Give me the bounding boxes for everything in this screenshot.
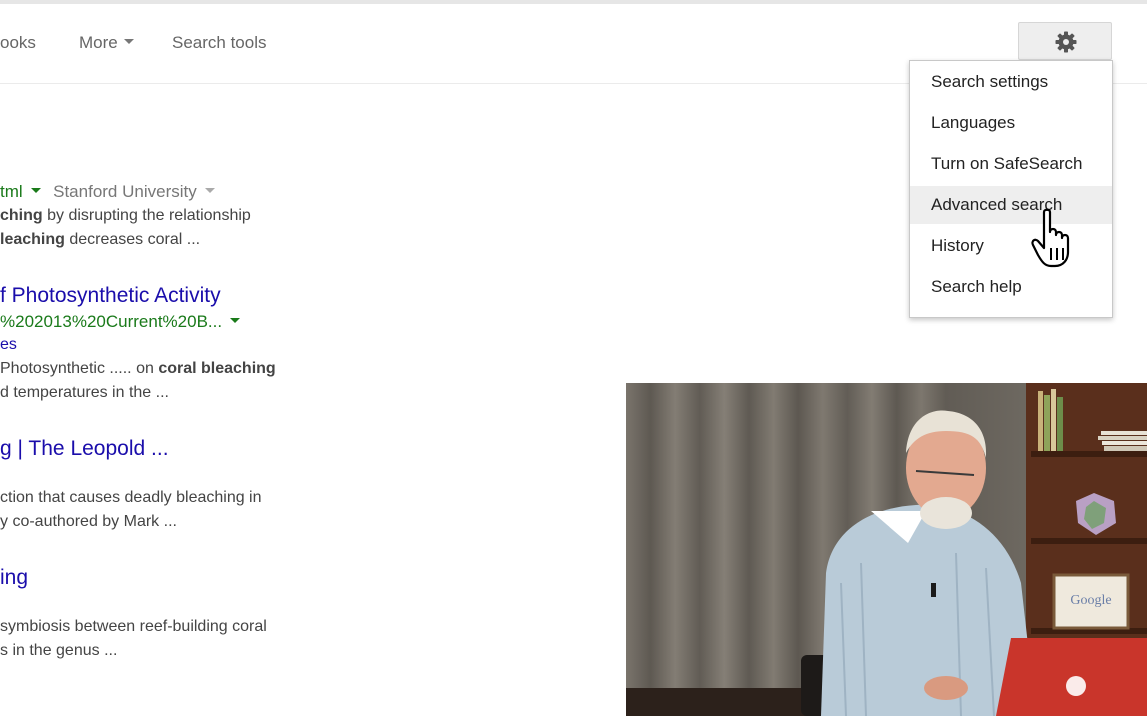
menu-item-search-help[interactable]: Search help — [910, 268, 1112, 306]
result-url: tml — [0, 182, 23, 201]
result-4-title-link[interactable]: ing — [0, 566, 28, 590]
settings-dropdown-menu: Search settings Languages Turn on SafeSe… — [909, 60, 1113, 318]
chevron-down-icon[interactable] — [230, 318, 241, 324]
result-3-title-link[interactable]: g | The Leopold ... — [0, 437, 169, 461]
result-1-snippet-2: leaching decreases coral ... — [0, 231, 201, 248]
result-url: %202013%20Current%20B... — [0, 312, 223, 331]
result-2-extra-link[interactable]: es — [0, 336, 17, 354]
result-4-snippet-2: s in the genus ... — [0, 642, 118, 659]
more-menu[interactable]: More — [79, 33, 134, 53]
menu-item-safesearch[interactable]: Turn on SafeSearch — [910, 145, 1112, 183]
result-4-snippet-1: symbiosis between reef-building coral — [0, 618, 267, 635]
result-1-url-line: tml Stanford University — [0, 182, 215, 202]
menu-item-languages[interactable]: Languages — [910, 104, 1112, 142]
menu-item-search-settings[interactable]: Search settings — [910, 63, 1112, 101]
search-tools-button[interactable]: Search tools — [172, 33, 267, 53]
result-source: Stanford University — [53, 182, 197, 201]
result-2-url-line: %202013%20Current%20B... — [0, 312, 241, 332]
chevron-down-icon[interactable] — [30, 188, 41, 194]
presenter-video-frame: Google — [626, 383, 1147, 716]
tab-books[interactable]: ooks — [0, 33, 36, 53]
result-3-snippet-2: y co-authored by Mark ... — [0, 513, 177, 530]
presenter-video-overlay: Google — [626, 383, 1147, 716]
sign-text: Google — [1070, 593, 1111, 608]
result-1-snippet-1: ching by disrupting the relationship — [0, 207, 251, 224]
hand-pointer-icon — [1031, 208, 1070, 268]
result-3-snippet-1: ction that causes deadly bleaching in — [0, 489, 262, 506]
result-2-snippet-2: d temperatures in the ... — [0, 384, 169, 401]
settings-gear-button[interactable] — [1018, 22, 1112, 60]
gear-icon — [1055, 31, 1077, 53]
chevron-down-icon — [123, 39, 134, 45]
result-2-title-link[interactable]: f Photosynthetic Activity — [0, 284, 221, 308]
more-label: More — [79, 33, 118, 52]
chevron-down-icon[interactable] — [204, 188, 215, 194]
result-2-snippet-1: Photosynthetic ..... on coral bleaching — [0, 360, 276, 377]
